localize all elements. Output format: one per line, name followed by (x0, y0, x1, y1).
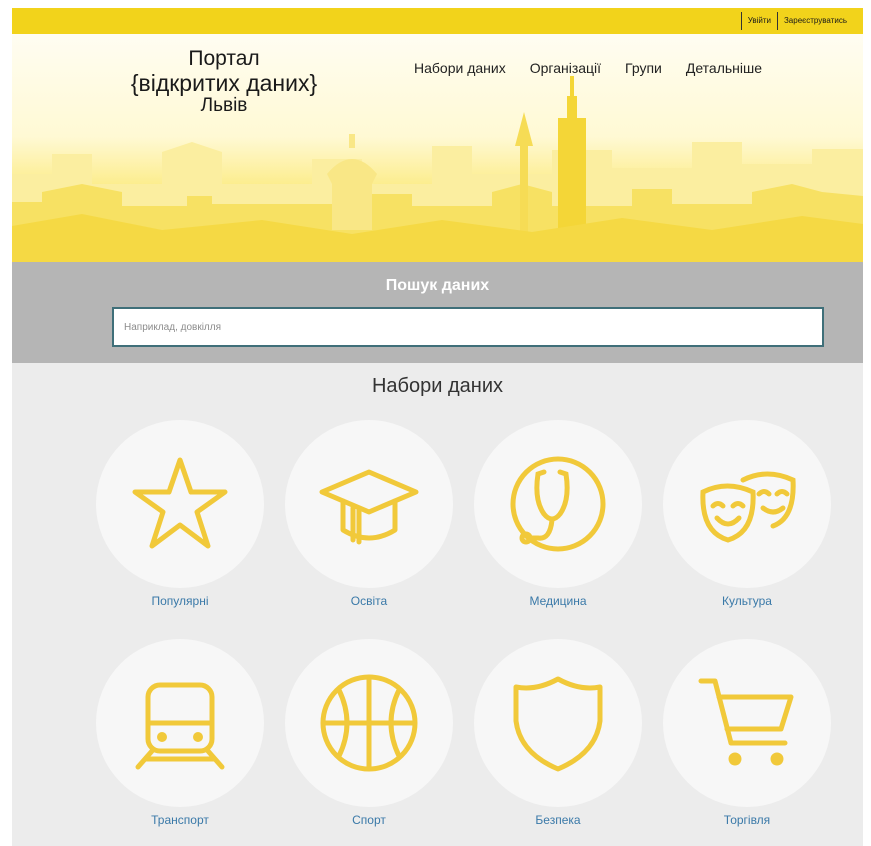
category-label: Транспорт (151, 813, 209, 827)
category-label: Безпека (535, 813, 581, 827)
nav-more[interactable]: Детальніше (686, 60, 762, 76)
category-label: Медицина (529, 594, 587, 608)
stethoscope-icon (510, 456, 606, 552)
basketball-icon (320, 674, 418, 772)
search-title: Пошук даних (385, 277, 490, 294)
category-circle (285, 420, 453, 588)
category-label: Освіта (350, 594, 388, 608)
hero-banner: Портал {відкритих даних} Львів Набори да… (12, 34, 863, 262)
main-nav: Набори даних Організації Групи Детальніш… (414, 60, 762, 76)
portal-page: Увійти Зареєструватись Портал {відкритих… (0, 0, 871, 846)
category-label: Культура (722, 594, 772, 608)
datasets-catalog: Набори даних Популярні Освіта Медицина К… (12, 363, 863, 846)
logo-line-3: Львів (200, 94, 248, 116)
category-education[interactable]: Освіта (279, 420, 459, 635)
theater-masks-icon (700, 471, 796, 543)
auth-links: Увійти Зареєструватись (740, 12, 853, 30)
category-label: Спорт (352, 813, 386, 827)
register-link[interactable]: Зареєструватись (776, 12, 853, 30)
graduation-cap-icon (319, 469, 419, 545)
tram-icon (135, 682, 225, 770)
category-culture[interactable]: Культура (657, 420, 837, 635)
login-link[interactable]: Увійти (740, 12, 777, 30)
nav-organizations[interactable]: Організації (530, 60, 601, 76)
category-circle (96, 420, 264, 588)
catalog-title: Набори даних (371, 375, 503, 397)
category-circle (285, 639, 453, 807)
category-transport[interactable]: Транспорт (90, 639, 270, 846)
category-sport[interactable]: Спорт (279, 639, 459, 846)
category-label: Популярні (151, 594, 209, 608)
shield-icon (513, 676, 603, 772)
category-trade[interactable]: Торгівля (657, 639, 837, 846)
nav-datasets[interactable]: Набори даних (414, 60, 506, 76)
nav-groups[interactable]: Групи (625, 60, 662, 76)
category-security[interactable]: Безпека (468, 639, 648, 846)
portal-logo[interactable]: Портал {відкритих даних} Львів (104, 47, 344, 116)
category-circle (474, 420, 642, 588)
search-section: Пошук даних (12, 262, 863, 363)
logo-line-2: {відкритих даних} (130, 69, 318, 96)
category-popular[interactable]: Популярні (90, 420, 270, 635)
category-circle (96, 639, 264, 807)
logo-line-1: Портал (188, 47, 260, 70)
category-medicine[interactable]: Медицина (468, 420, 648, 635)
category-label: Торгівля (723, 813, 771, 827)
top-bar: Увійти Зареєструватись (12, 8, 863, 34)
category-circle (474, 639, 642, 807)
category-circle (663, 420, 831, 588)
star-icon (132, 457, 228, 549)
shopping-cart-icon (698, 678, 794, 766)
search-input[interactable] (112, 307, 824, 347)
category-circle (663, 639, 831, 807)
